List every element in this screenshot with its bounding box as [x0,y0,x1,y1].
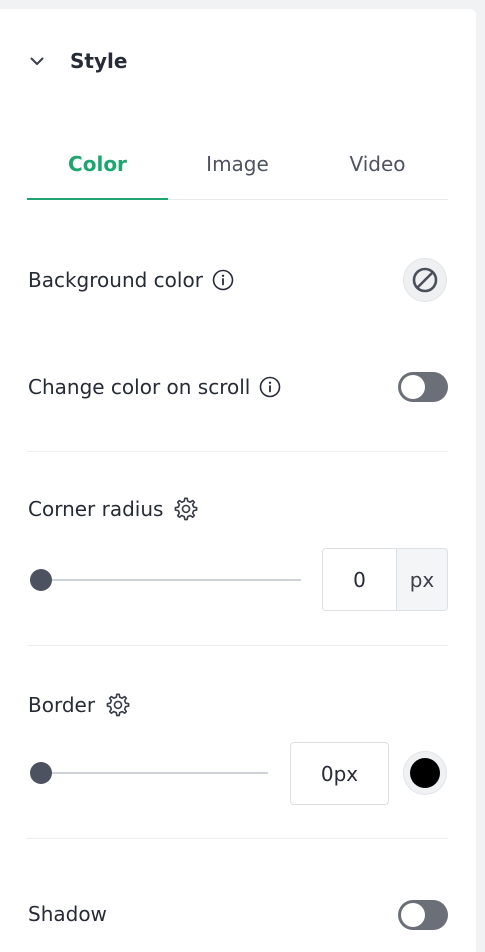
info-icon[interactable] [212,269,234,291]
corner-radius-unit: px [396,549,447,610]
background-color-label: Background color [28,268,203,292]
style-panel: Style Color Image Video Background color… [0,9,476,952]
slider-track [40,579,301,581]
shadow-row: Shadow [28,898,107,930]
border-color-dot [410,758,440,788]
tab-image[interactable]: Image [167,129,308,199]
info-icon[interactable] [259,376,281,398]
section-title: Style [70,49,128,73]
tab-video[interactable]: Video [307,129,448,199]
corner-radius-input-group: px [322,548,448,611]
chevron-down-icon[interactable] [28,52,46,70]
toggle-knob [401,903,425,927]
slider-thumb[interactable] [30,569,52,591]
shadow-label: Shadow [28,902,107,926]
tab-color[interactable]: Color [27,129,168,200]
toggle-knob [401,375,425,399]
style-tabs: Color Image Video [27,129,448,200]
corner-radius-input[interactable] [323,549,396,610]
no-color-icon [411,266,439,294]
shadow-toggle[interactable] [398,900,448,930]
border-row: Border [28,689,132,721]
slider-thumb[interactable] [30,762,52,784]
background-color-row: Background color [28,259,234,301]
divider [27,645,448,646]
change-color-on-scroll-label: Change color on scroll [28,375,251,399]
border-slider[interactable] [30,761,268,785]
change-color-on-scroll-toggle[interactable] [398,372,448,402]
divider [27,838,448,839]
corner-radius-slider[interactable] [30,568,301,592]
corner-radius-row: Corner radius [28,493,200,525]
no-color-button[interactable] [403,258,447,302]
change-color-on-scroll-row: Change color on scroll [28,366,281,408]
border-color-swatch[interactable] [403,751,447,795]
border-label: Border [28,693,96,717]
border-width-input[interactable] [290,742,389,805]
corner-radius-label: Corner radius [28,497,164,521]
divider [27,451,448,452]
slider-track [40,772,268,774]
gear-icon[interactable] [104,691,132,719]
style-section-header[interactable]: Style [28,43,127,79]
gear-icon[interactable] [172,495,200,523]
